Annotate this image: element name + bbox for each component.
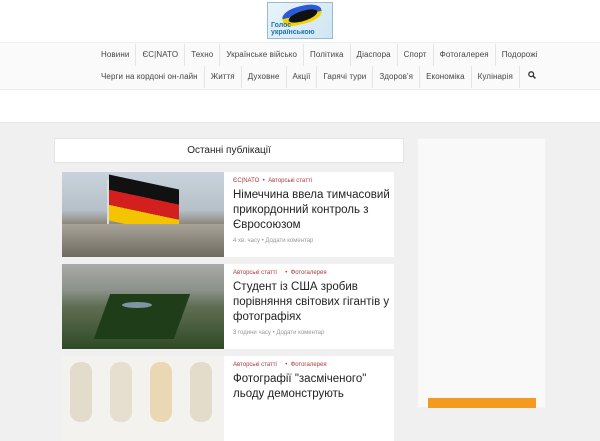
sidebar xyxy=(417,138,546,408)
post-categories[interactable]: Авторські статті • Фотогалерея xyxy=(233,362,393,368)
nav-item-hot-tours[interactable]: Гарячі тури xyxy=(317,66,374,88)
post-title[interactable]: Німеччина ввела тимчасовий прикордонний … xyxy=(233,188,393,233)
post-thumbnail[interactable] xyxy=(62,356,224,441)
site-header: Голос українською Новини ЄС|NATO Техно У… xyxy=(0,0,600,123)
nav-item-army[interactable]: Українське військо xyxy=(220,44,305,66)
post-meta[interactable]: 4 хв. часу • Додати коментар xyxy=(233,238,393,244)
nav-item-polityka[interactable]: Політика xyxy=(304,44,351,66)
post-card[interactable]: Авторські статті • Фотогалерея Студент і… xyxy=(62,264,394,349)
post-thumbnail[interactable] xyxy=(62,264,224,349)
nav-item-health[interactable]: Здоров'я xyxy=(373,66,421,88)
latest-posts: Останні публікації ЄС|NATO • Авторські с… xyxy=(54,138,404,441)
main-nav: Новини ЄС|NATO Техно Українське військо … xyxy=(0,42,600,90)
search-icon[interactable] xyxy=(520,66,544,88)
nav-row-1: Новини ЄС|NATO Техно Українське військо … xyxy=(95,43,544,67)
nav-item-spiritual[interactable]: Духовне xyxy=(242,66,287,88)
nav-item-cooking[interactable]: Кулінарія xyxy=(472,66,520,88)
nav-item-eu-nato[interactable]: ЄС|NATO xyxy=(136,44,186,66)
nav-item-tekhno[interactable]: Техно xyxy=(185,44,221,66)
nav-item-photo[interactable]: Фотогалерея xyxy=(434,44,496,66)
section-heading: Останні публікації xyxy=(54,138,404,163)
nav-item-economy[interactable]: Економіка xyxy=(420,66,472,88)
post-categories[interactable]: ЄС|NATO • Авторські статті xyxy=(233,178,393,184)
nav-row-2: Черги на кордоні он-лайн Життя Духовне А… xyxy=(95,65,544,89)
nav-item-novyny[interactable]: Новини xyxy=(95,44,137,66)
nav-item-diaspora[interactable]: Діаспора xyxy=(351,44,398,66)
post-card[interactable]: Авторські статті • Фотогалерея Фотографі… xyxy=(62,356,394,441)
post-thumbnail[interactable] xyxy=(62,172,224,257)
post-meta[interactable]: 3 години часу • Додати коментар xyxy=(233,330,393,336)
post-title[interactable]: Студент із США зробив порівняння світови… xyxy=(233,280,393,325)
site-logo[interactable]: Голос українською xyxy=(267,2,333,39)
nav-item-travel[interactable]: Подорожі xyxy=(496,44,544,66)
post-title[interactable]: Фотографії "засміченого" льоду демонстру… xyxy=(233,372,393,402)
post-categories[interactable]: Авторські статті • Фотогалерея xyxy=(233,270,393,276)
post-card[interactable]: ЄС|NATO • Авторські статті Німеччина вве… xyxy=(62,172,394,257)
nav-item-border-queues[interactable]: Черги на кордоні он-лайн xyxy=(95,66,205,88)
nav-item-sport[interactable]: Спорт xyxy=(398,44,434,66)
nav-item-promo[interactable]: Акції xyxy=(287,66,318,88)
logo-text: Голос українською xyxy=(271,22,315,36)
nav-item-life[interactable]: Життя xyxy=(205,66,242,88)
